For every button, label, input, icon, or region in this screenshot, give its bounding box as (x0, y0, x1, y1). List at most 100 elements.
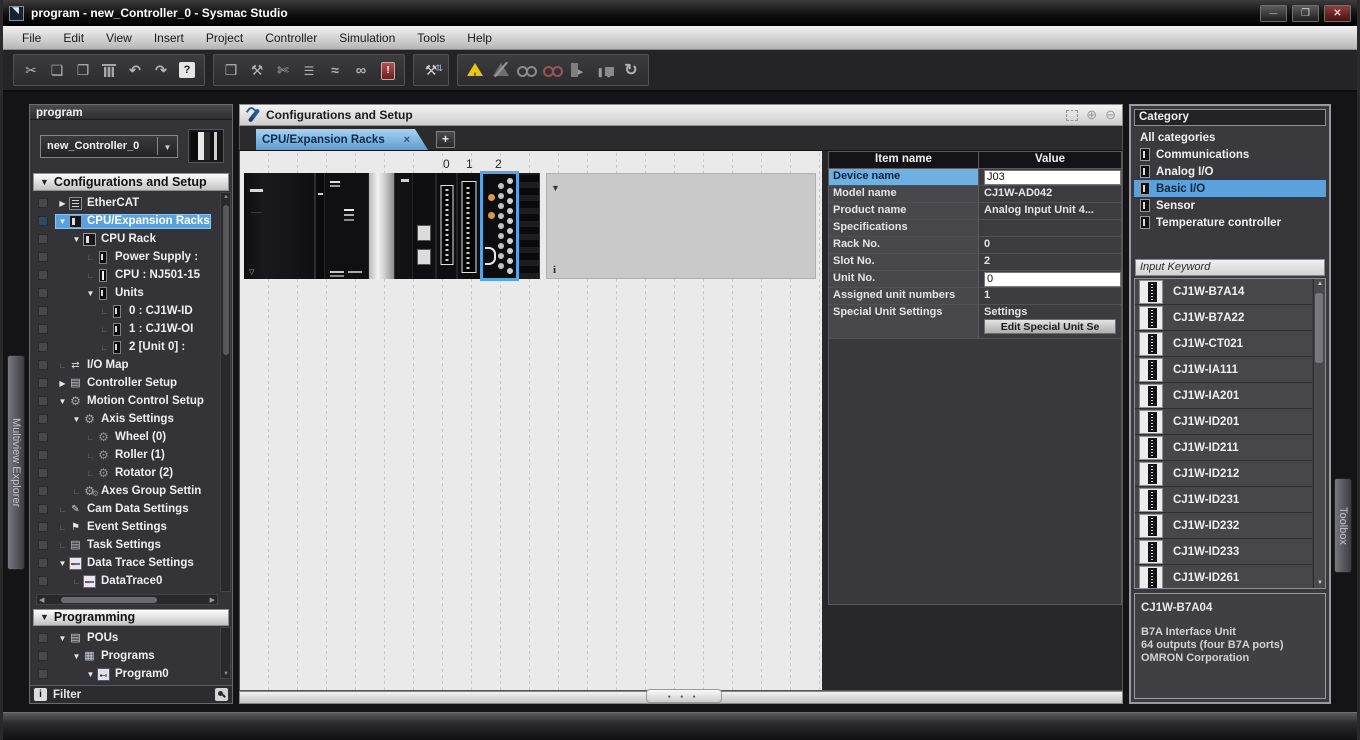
unit-list-item[interactable]: CJ1W-B7A22 (1135, 305, 1312, 331)
tree-item[interactable]: ▶Controller Setup (30, 374, 218, 392)
tree-scrollbar[interactable] (220, 192, 231, 592)
stop-monitor[interactable] (542, 59, 564, 81)
rack-extension-area[interactable] (546, 173, 816, 279)
tree-item[interactable]: Wheel (0) (30, 428, 218, 446)
expand-arrow-icon[interactable]: ▶ (56, 199, 69, 208)
menu-item[interactable]: Controller (254, 27, 328, 49)
build[interactable] (246, 59, 268, 81)
monitor[interactable] (516, 59, 538, 81)
expand-arrow-icon[interactable] (84, 433, 97, 442)
tree-item[interactable]: ▼Axis Settings (30, 410, 218, 428)
expand-arrow-icon[interactable] (98, 343, 111, 352)
tree-item[interactable]: ▼CPU Rack (30, 230, 218, 248)
restore-button[interactable] (1292, 5, 1319, 22)
unit-list-scrollbar[interactable] (1313, 279, 1325, 588)
unit-list-item[interactable]: CJ1W-ID201 (1135, 409, 1312, 435)
expand-arrow-icon[interactable] (70, 577, 83, 586)
expand-arrow-icon[interactable] (98, 325, 111, 334)
tree-item[interactable]: 0 : CJ1W-ID (30, 302, 218, 320)
splitter-grip[interactable] (646, 689, 722, 703)
option-unit[interactable] (395, 173, 413, 279)
tree-item[interactable]: Event Settings (30, 518, 218, 536)
tree2-scrollbar[interactable] (220, 627, 231, 679)
unit-list-item[interactable]: CJ1W-ID211 (1135, 435, 1312, 461)
menu-item[interactable]: Help (456, 27, 503, 49)
unit-list-item[interactable]: CJ1W-IA111 (1135, 357, 1312, 383)
expand-arrow-icon[interactable] (84, 271, 97, 280)
category-item[interactable]: Analog I/O (1134, 163, 1326, 180)
add-tab-button[interactable] (436, 131, 455, 148)
chevron-down-icon[interactable] (551, 178, 560, 196)
expand-arrow-icon[interactable] (84, 253, 97, 262)
tree-item[interactable]: ▼Motion Control Setup (30, 392, 218, 410)
fit-view-icon[interactable] (1066, 110, 1078, 121)
expand-arrow-icon[interactable]: ▼ (70, 415, 83, 424)
delete[interactable] (98, 59, 120, 81)
zoom-out-icon[interactable] (1105, 106, 1116, 124)
export[interactable] (220, 59, 242, 81)
keyword-search-input[interactable]: Input Keyword (1135, 259, 1325, 276)
chevron-down-icon[interactable] (157, 137, 177, 155)
unit-list-item[interactable]: CJ1W-IA201 (1135, 383, 1312, 409)
controller-selector[interactable]: new_Controller_0 (40, 135, 178, 158)
horizontal-splitter[interactable] (239, 691, 1123, 704)
category-item[interactable]: Communications (1134, 146, 1326, 163)
reset[interactable] (620, 59, 642, 81)
minimize-button[interactable] (1260, 5, 1287, 22)
port-unit[interactable] (413, 173, 437, 279)
pin-icon[interactable] (215, 688, 228, 701)
search[interactable] (350, 59, 372, 81)
cpu-faceplate[interactable] (369, 173, 395, 279)
tree-item[interactable]: ▼Units (30, 284, 218, 302)
category-item[interactable]: Temperature controller (1134, 214, 1326, 231)
unit-list-item[interactable]: CJ1W-ID231 (1135, 487, 1312, 513)
check[interactable] (272, 59, 294, 81)
paste[interactable] (72, 59, 94, 81)
step-debug[interactable] (568, 59, 590, 81)
expand-arrow-icon[interactable]: ▼ (56, 217, 69, 226)
copy[interactable] (46, 59, 68, 81)
tree-item[interactable]: CPU : NJ501-15 (30, 266, 218, 284)
cpu-unit[interactable] (325, 173, 369, 279)
end-cap[interactable] (517, 173, 540, 279)
toolbox-tab[interactable]: Toolbox (1334, 478, 1352, 573)
slot-0-unit[interactable] (437, 173, 458, 279)
go-online[interactable] (464, 59, 486, 81)
expand-arrow-icon[interactable]: ▼ (70, 235, 83, 244)
expand-arrow-icon[interactable]: ▼ (56, 559, 69, 568)
synchronize[interactable] (420, 59, 442, 81)
menu-item[interactable]: Simulation (328, 27, 406, 49)
multiview-explorer-tab[interactable]: Multiview Explorer (7, 355, 25, 570)
rack-canvas[interactable]: 0 1 2 (240, 151, 828, 690)
category-item[interactable]: Basic I/O (1134, 180, 1326, 197)
tree-item[interactable]: ▶EtherCAT (30, 194, 218, 212)
tree-item[interactable]: ▼Programs (30, 647, 218, 665)
unit-list-item[interactable]: CJ1W-ID232 (1135, 513, 1312, 539)
end-cover[interactable] (316, 173, 325, 279)
tree-item[interactable]: ▼POUs (30, 629, 218, 647)
tree-item[interactable]: ▼Data Trace Settings (30, 554, 218, 572)
tree-item[interactable]: 1 : CJ1W-OI (30, 320, 218, 338)
tree-item[interactable]: 2 [Unit 0] : (30, 338, 218, 356)
undo[interactable] (124, 59, 146, 81)
menu-item[interactable]: View (95, 27, 143, 49)
tree-item[interactable]: DataTrace0 (30, 572, 218, 590)
expand-arrow-icon[interactable] (84, 451, 97, 460)
tree-item[interactable]: Rotator (2) (30, 464, 218, 482)
menu-item[interactable]: Insert (143, 27, 195, 49)
zoom-in-icon[interactable] (1086, 106, 1097, 124)
go-offline[interactable] (490, 59, 512, 81)
cut[interactable] (20, 59, 42, 81)
category-item[interactable]: All categories (1134, 129, 1326, 146)
expand-arrow-icon[interactable]: ▼ (56, 397, 69, 406)
pause-debug[interactable] (594, 59, 616, 81)
device-name-input[interactable] (984, 170, 1121, 185)
expand-arrow-icon[interactable] (56, 361, 69, 370)
expand-arrow-icon[interactable]: ▼ (84, 289, 97, 298)
troubleshoot[interactable] (376, 59, 398, 81)
tree-item[interactable]: Task Settings (30, 536, 218, 554)
watch[interactable] (324, 59, 346, 81)
menu-item[interactable]: Project (195, 27, 254, 49)
tree-item[interactable]: Power Supply : (30, 248, 218, 266)
expand-arrow-icon[interactable] (98, 307, 111, 316)
